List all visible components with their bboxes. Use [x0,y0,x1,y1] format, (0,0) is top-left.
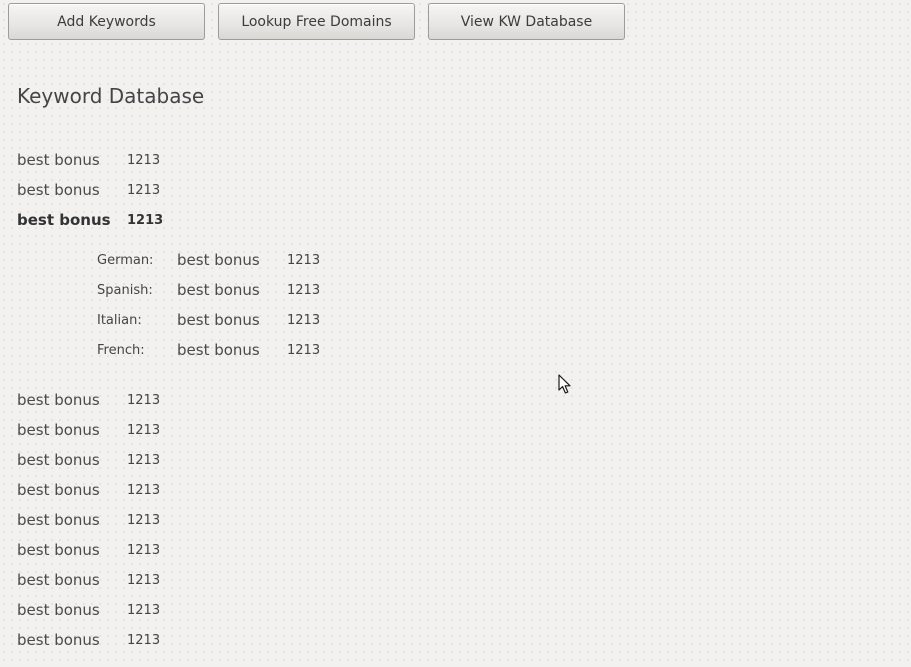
translation-volume: 1213 [287,253,321,268]
keyword-text: best bonus [17,481,100,499]
keyword-volume: 1213 [127,513,161,528]
keyword-text: best bonus [17,511,100,529]
keyword-text: best bonus [17,571,100,589]
translation-keyword: best bonus [177,341,260,359]
keyword-text: best bonus [17,421,100,439]
keyword-text: best bonus [17,151,100,169]
keyword-volume: 1213 [127,453,161,468]
translation-language: German: [97,253,154,268]
translation-keyword: best bonus [177,311,260,329]
translation-keyword: best bonus [177,251,260,269]
translation-language: Spanish: [97,283,153,298]
keyword-text: best bonus [17,631,100,649]
translation-keyword: best bonus [177,281,260,299]
keyword-volume: 1213 [127,633,161,648]
translation-language: French: [97,343,145,358]
translation-volume: 1213 [287,283,321,298]
add-keywords-button[interactable]: Add Keywords [8,3,205,40]
view-kw-database-button[interactable]: View KW Database [428,3,625,40]
keyword-volume: 1213 [127,603,161,618]
keyword-volume: 1213 [127,543,161,558]
keyword-volume: 1213 [127,573,161,588]
keyword-text: best bonus [17,451,100,469]
translation-volume: 1213 [287,343,321,358]
keyword-volume: 1213 [127,393,161,408]
lookup-free-domains-button[interactable]: Lookup Free Domains [218,3,415,40]
page-title: Keyword Database [17,84,205,108]
translation-volume: 1213 [287,313,321,328]
keyword-text: best bonus [17,391,100,409]
keyword-volume: 1213 [127,423,161,438]
keyword-volume: 1213 [127,213,164,228]
keyword-text: best bonus [17,541,100,559]
translation-language: Italian: [97,313,142,328]
keyword-volume: 1213 [127,483,161,498]
keyword-text: best bonus [17,181,100,199]
keyword-volume: 1213 [127,183,161,198]
mouse-pointer-icon [558,374,571,394]
keyword-volume: 1213 [127,153,161,168]
keyword-text: best bonus [17,601,100,619]
keyword-text: best bonus [17,211,111,229]
